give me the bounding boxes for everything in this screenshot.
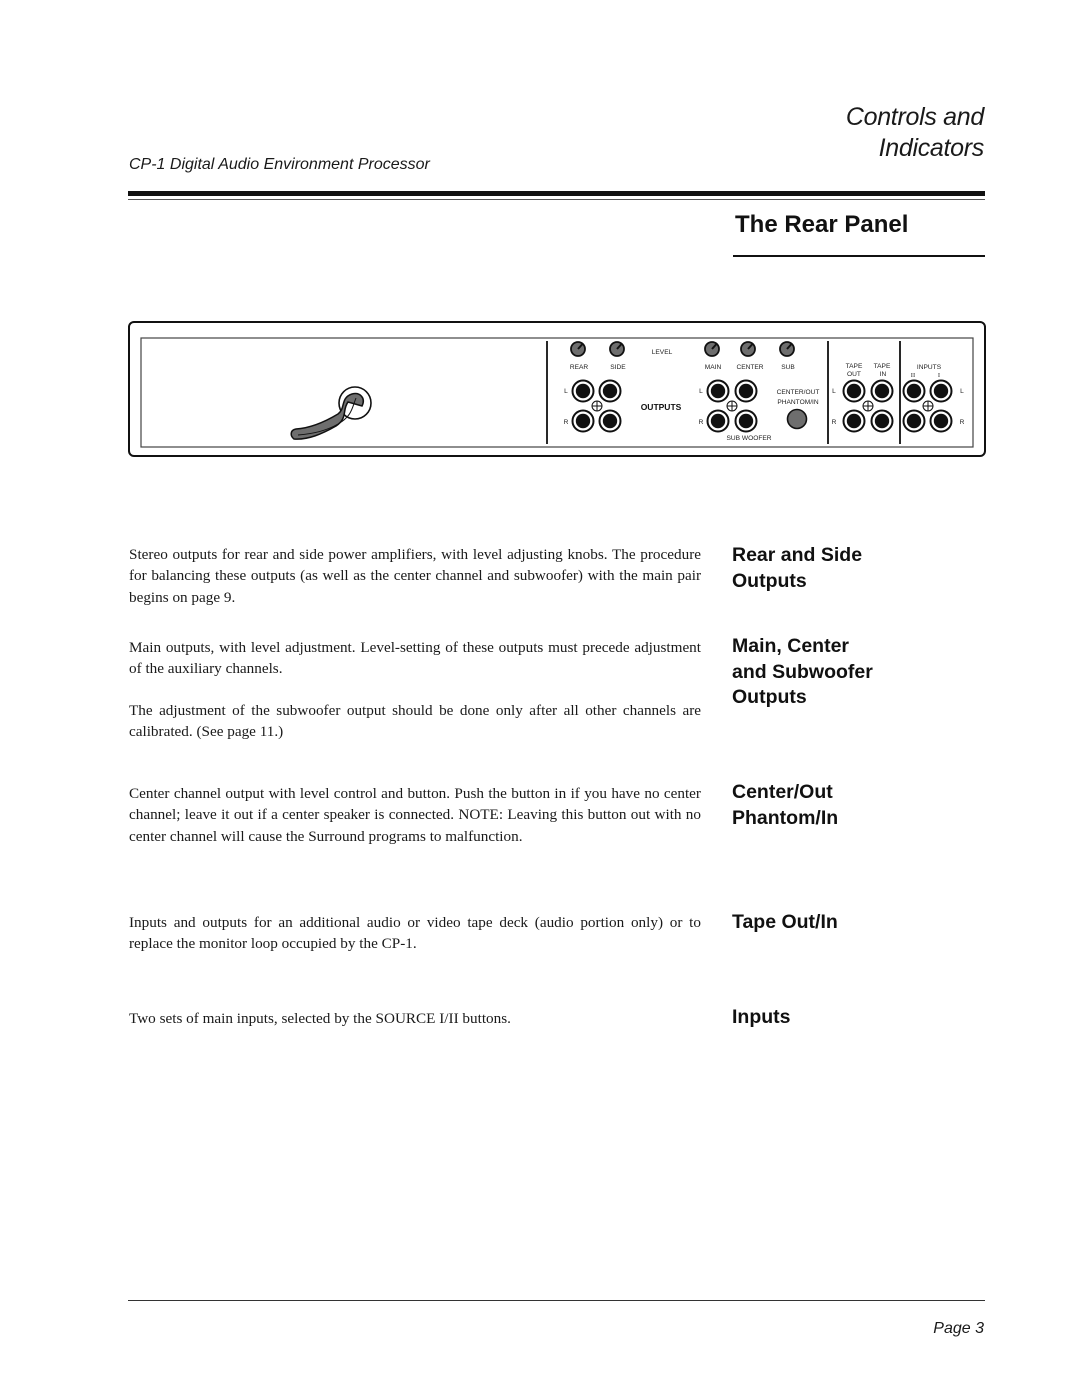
inputs-description: Two sets of main inputs, selected by the… bbox=[129, 1010, 511, 1027]
rear-side-outputs-heading: Rear and Side Outputs bbox=[732, 543, 862, 594]
center-out-label: CENTER/OUT bbox=[777, 389, 820, 396]
sub-label: SUB bbox=[781, 364, 795, 371]
main-outputs-description: Main outputs, with level adjustment. Lev… bbox=[129, 639, 701, 678]
side-left-jack-icon bbox=[598, 379, 622, 403]
outputs-label: OUTPUTS bbox=[641, 402, 682, 412]
side-right-jack-icon bbox=[598, 409, 622, 433]
heading-line: Phantom/In bbox=[732, 806, 839, 829]
center-jack-icon bbox=[734, 379, 758, 403]
main-right-label: R bbox=[699, 419, 704, 426]
page-number: Page 3 bbox=[933, 1320, 984, 1337]
section-title: The Rear Panel bbox=[735, 211, 909, 238]
ground-symbol-icon bbox=[862, 400, 874, 412]
header-rule-thick bbox=[128, 191, 985, 196]
main-label: MAIN bbox=[705, 364, 722, 371]
tape-in-label-line-2: IN bbox=[880, 371, 887, 378]
tape-in-label-line-1: TAPE bbox=[874, 363, 891, 370]
section-title-rule bbox=[733, 255, 985, 257]
header-rule-thin bbox=[128, 199, 985, 200]
footer-rule bbox=[128, 1300, 985, 1301]
phantom-in-label: PHANTOM/IN bbox=[777, 399, 819, 406]
tape-in-left-jack-icon bbox=[870, 379, 894, 403]
chapter-title-line-1: Controls and bbox=[845, 103, 984, 131]
heading-line: Rear and Side bbox=[732, 544, 863, 566]
main-level-knob-icon bbox=[704, 341, 720, 357]
inputs-left-label: L bbox=[960, 388, 964, 395]
input-ii-label: II bbox=[911, 372, 915, 379]
tape-in-right-jack-icon bbox=[870, 409, 894, 433]
rear-level-knob-icon bbox=[570, 341, 586, 357]
tape-out-left-jack-icon bbox=[842, 379, 866, 403]
side-label: SIDE bbox=[610, 364, 626, 371]
inputs-label: INPUTS bbox=[917, 364, 942, 371]
main-center-subwoofer-outputs-heading: Main, Center and Subwoofer Outputs bbox=[732, 634, 873, 711]
center-out-phantom-in-heading: Center/Out Phantom/In bbox=[732, 780, 838, 831]
center-label: CENTER bbox=[736, 364, 763, 371]
subwoofer-jack-icon bbox=[734, 409, 758, 433]
rear-panel-diagram: LEVEL REAR SIDE MAIN CENTER SUB L R L R … bbox=[128, 321, 986, 457]
subwoofer-output-description: The adjustment of the subwoofer output s… bbox=[129, 702, 701, 741]
heading-line: Inputs bbox=[732, 1006, 791, 1028]
tape-out-in-heading: Tape Out/In bbox=[732, 910, 838, 936]
heading-line: Center/Out bbox=[732, 781, 833, 803]
main-left-jack-icon bbox=[706, 379, 730, 403]
input-ii-left-jack-icon bbox=[902, 379, 926, 403]
tape-out-label-line-2: OUT bbox=[847, 371, 861, 378]
input-ii-right-jack-icon bbox=[902, 409, 926, 433]
ground-symbol-icon bbox=[726, 400, 738, 412]
tape-out-right-jack-icon bbox=[842, 409, 866, 433]
heading-line: Outputs bbox=[732, 569, 807, 592]
tape-out-label-line-1: TAPE bbox=[846, 363, 863, 370]
center-out-phantom-in-description: Center channel output with level control… bbox=[129, 785, 701, 845]
document-subtitle: CP-1 Digital Audio Environment Processor bbox=[129, 156, 430, 173]
inputs-heading: Inputs bbox=[732, 1005, 791, 1031]
input-i-label: I bbox=[938, 372, 940, 379]
rear-left-jack-icon bbox=[571, 379, 595, 403]
ground-symbol-icon bbox=[922, 400, 934, 412]
side-level-knob-icon bbox=[609, 341, 625, 357]
main-left-label: L bbox=[699, 388, 703, 395]
rear-right-jack-icon bbox=[571, 409, 595, 433]
center-out-phantom-in-button-icon bbox=[786, 408, 808, 430]
tape-left-label: L bbox=[832, 388, 836, 395]
center-level-knob-icon bbox=[740, 341, 756, 357]
level-label: LEVEL bbox=[652, 349, 673, 356]
inputs-right-label: R bbox=[960, 419, 965, 426]
rear-label: REAR bbox=[570, 364, 589, 371]
tape-right-label: R bbox=[832, 419, 837, 426]
heading-line: Outputs bbox=[732, 686, 807, 708]
input-i-left-jack-icon bbox=[929, 379, 953, 403]
rear-side-outputs-description: Stereo outputs for rear and side power a… bbox=[129, 546, 701, 606]
main-right-jack-icon bbox=[706, 409, 730, 433]
chapter-title-line-2: Indicators bbox=[878, 134, 985, 162]
heading-line: and Subwoofer bbox=[732, 660, 873, 683]
rear-side-left-label: L bbox=[564, 388, 568, 395]
tape-out-in-description: Inputs and outputs for an additional aud… bbox=[129, 914, 701, 953]
rear-side-right-label: R bbox=[564, 419, 569, 426]
sub-woofer-label: SUB WOOFER bbox=[726, 435, 771, 442]
sub-level-knob-icon bbox=[779, 341, 795, 357]
heading-line: Main, Center bbox=[732, 635, 850, 657]
chapter-title: Controls and Indicators bbox=[846, 102, 984, 164]
ground-symbol-icon bbox=[591, 400, 603, 412]
input-i-right-jack-icon bbox=[929, 409, 953, 433]
heading-line: Tape Out/In bbox=[732, 911, 838, 933]
